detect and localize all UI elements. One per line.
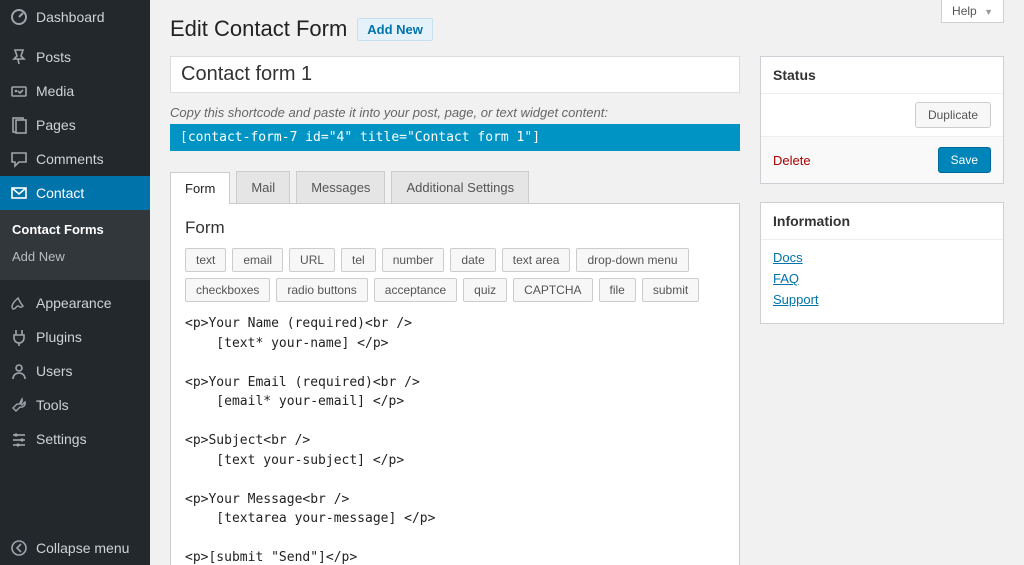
delete-link[interactable]: Delete: [773, 153, 811, 168]
tab-mail[interactable]: Mail: [236, 171, 290, 203]
tag-button-number[interactable]: number: [382, 248, 445, 272]
plug-icon: [10, 328, 28, 346]
collapse-icon: [10, 539, 28, 557]
sidebar-subitem-contact-forms[interactable]: Contact Forms: [0, 216, 150, 243]
pages-icon: [10, 116, 28, 134]
sidebar-item-label: Comments: [36, 151, 104, 167]
save-button[interactable]: Save: [938, 147, 991, 173]
sidebar-item-settings[interactable]: Settings: [0, 422, 150, 456]
shortcode-help-text: Copy this shortcode and paste it into yo…: [170, 105, 740, 120]
tag-button-email[interactable]: email: [232, 248, 283, 272]
comment-icon: [10, 150, 28, 168]
sidebar-item-label: Contact: [36, 185, 84, 201]
mail-icon: [10, 184, 28, 202]
duplicate-button[interactable]: Duplicate: [915, 102, 991, 128]
help-label: Help: [952, 4, 977, 18]
tag-button-file[interactable]: file: [599, 278, 636, 302]
tag-generator-list: textemailURLtelnumberdate text areadrop-d…: [185, 248, 725, 302]
sliders-icon: [10, 430, 28, 448]
shortcode-display[interactable]: [contact-form-7 id="4" title="Contact fo…: [170, 124, 740, 151]
tab-additional[interactable]: Additional Settings: [391, 171, 529, 203]
info-link-support[interactable]: Support: [773, 292, 991, 307]
page-title: Edit Contact Form: [170, 16, 347, 42]
form-panel-heading: Form: [185, 218, 725, 238]
sidebar-item-dashboard[interactable]: Dashboard: [0, 0, 150, 34]
tag-button-text-area[interactable]: text area: [502, 248, 571, 272]
editor-tabs: FormMailMessagesAdditional Settings: [170, 171, 740, 203]
media-icon: [10, 82, 28, 100]
sidebar-item-users[interactable]: Users: [0, 354, 150, 388]
status-box-heading: Status: [761, 57, 1003, 94]
form-body-textarea[interactable]: <p>Your Name (required)<br /> [text* you…: [185, 314, 725, 565]
sidebar-item-pages[interactable]: Pages: [0, 108, 150, 142]
tag-button-tel[interactable]: tel: [341, 248, 376, 272]
sidebar-subitem-contact-add-new[interactable]: Add New: [0, 243, 150, 270]
pin-icon: [10, 48, 28, 66]
tag-button-submit[interactable]: submit: [642, 278, 699, 302]
sidebar-item-label: Plugins: [36, 329, 82, 345]
sidebar-item-posts[interactable]: Posts: [0, 40, 150, 74]
sidebar-item-label: Users: [36, 363, 73, 379]
form-title-input[interactable]: [170, 56, 740, 93]
brush-icon: [10, 294, 28, 312]
add-new-button[interactable]: Add New: [357, 18, 433, 41]
sidebar-item-label: Appearance: [36, 295, 112, 311]
sidebar-item-label: Media: [36, 83, 74, 99]
tag-button-quiz[interactable]: quiz: [463, 278, 507, 302]
information-box-heading: Information: [761, 203, 1003, 240]
tag-button-checkboxes[interactable]: checkboxes: [185, 278, 270, 302]
tag-button-URL[interactable]: URL: [289, 248, 335, 272]
sidebar-item-label: Tools: [36, 397, 69, 413]
sidebar-item-tools[interactable]: Tools: [0, 388, 150, 422]
chevron-down-icon: ▼: [984, 7, 993, 17]
tag-button-drop-down-menu[interactable]: drop-down menu: [576, 248, 688, 272]
sidebar-item-plugins[interactable]: Plugins: [0, 320, 150, 354]
tab-form[interactable]: Form: [170, 172, 230, 204]
sidebar-item-label: Pages: [36, 117, 76, 133]
admin-sidebar: Dashboard Posts Media Pages Comments Contact C…: [0, 0, 150, 565]
sidebar-item-label: Posts: [36, 49, 71, 65]
form-panel: Form textemailURLtelnumberdate text aread…: [170, 203, 740, 565]
sidebar-item-label: Dashboard: [36, 9, 105, 25]
tag-button-CAPTCHA[interactable]: CAPTCHA: [513, 278, 592, 302]
sidebar-item-label: Collapse menu: [36, 540, 129, 556]
sidebar-item-label: Settings: [36, 431, 87, 447]
sidebar-item-comments[interactable]: Comments: [0, 142, 150, 176]
wrench-icon: [10, 396, 28, 414]
user-icon: [10, 362, 28, 380]
tag-button-acceptance[interactable]: acceptance: [374, 278, 457, 302]
tag-button-date[interactable]: date: [450, 248, 495, 272]
info-link-faq[interactable]: FAQ: [773, 271, 991, 286]
tag-button-text[interactable]: text: [185, 248, 226, 272]
tag-button-radio-buttons[interactable]: radio buttons: [276, 278, 367, 302]
sidebar-item-collapse[interactable]: Collapse menu: [0, 531, 150, 565]
sidebar-item-contact[interactable]: Contact: [0, 176, 150, 210]
main-content: Help ▼ Edit Contact Form Add New Copy th…: [150, 0, 1024, 565]
info-link-docs[interactable]: Docs: [773, 250, 991, 265]
sidebar-item-appearance[interactable]: Appearance: [0, 286, 150, 320]
status-box: Status Duplicate Delete Save: [760, 56, 1004, 184]
help-tab[interactable]: Help ▼: [941, 0, 1004, 23]
sidebar-item-media[interactable]: Media: [0, 74, 150, 108]
dashboard-icon: [10, 8, 28, 26]
information-box: Information Docs FAQ Support: [760, 202, 1004, 324]
tab-messages[interactable]: Messages: [296, 171, 385, 203]
